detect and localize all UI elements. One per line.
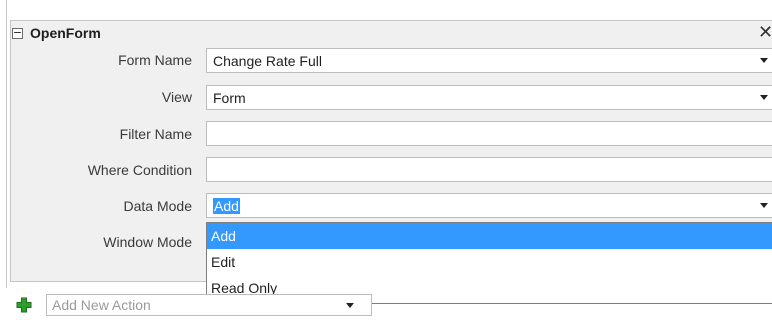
data-mode-combo[interactable]: Add — [206, 193, 772, 218]
dropdown-option-edit[interactable]: Edit — [207, 249, 772, 275]
collapse-icon[interactable]: − — [12, 27, 23, 39]
action-header: − OpenForm — [12, 22, 101, 44]
form-name-combo[interactable]: Change Rate Full — [206, 48, 772, 73]
view-value: Form — [213, 89, 246, 106]
action-title: OpenForm — [30, 25, 101, 41]
chevron-down-icon[interactable] — [757, 194, 771, 217]
dropdown-option-add[interactable]: Add — [207, 223, 772, 249]
chevron-down-icon[interactable] — [343, 295, 357, 315]
filter-name-label: Filter Name — [119, 126, 192, 142]
add-new-action-placeholder: Add New Action — [52, 297, 151, 313]
chevron-down-icon[interactable] — [757, 49, 771, 72]
left-divider — [6, 0, 7, 288]
where-condition-input[interactable] — [206, 157, 772, 182]
data-mode-dropdown-list: Add Edit Read Only — [206, 222, 772, 304]
form-name-value: Change Rate Full — [213, 52, 322, 69]
chevron-down-icon[interactable] — [757, 86, 771, 109]
close-icon[interactable]: ✕ — [758, 22, 772, 44]
form-name-label: Form Name — [118, 52, 192, 68]
add-action-row: Add New Action — [16, 294, 372, 316]
filter-name-input[interactable] — [206, 121, 772, 146]
window-mode-label: Window Mode — [103, 234, 192, 250]
macro-designer: − OpenForm ✕ Form Name Change Rate Full … — [0, 0, 772, 320]
where-condition-label: Where Condition — [87, 162, 192, 178]
data-mode-value: Add — [213, 197, 240, 214]
add-new-action-combo[interactable]: Add New Action — [46, 294, 372, 316]
data-mode-label: Data Mode — [123, 198, 192, 214]
view-label: View — [161, 89, 192, 105]
view-combo[interactable]: Form — [206, 85, 772, 110]
green-plus-icon[interactable] — [16, 297, 32, 313]
